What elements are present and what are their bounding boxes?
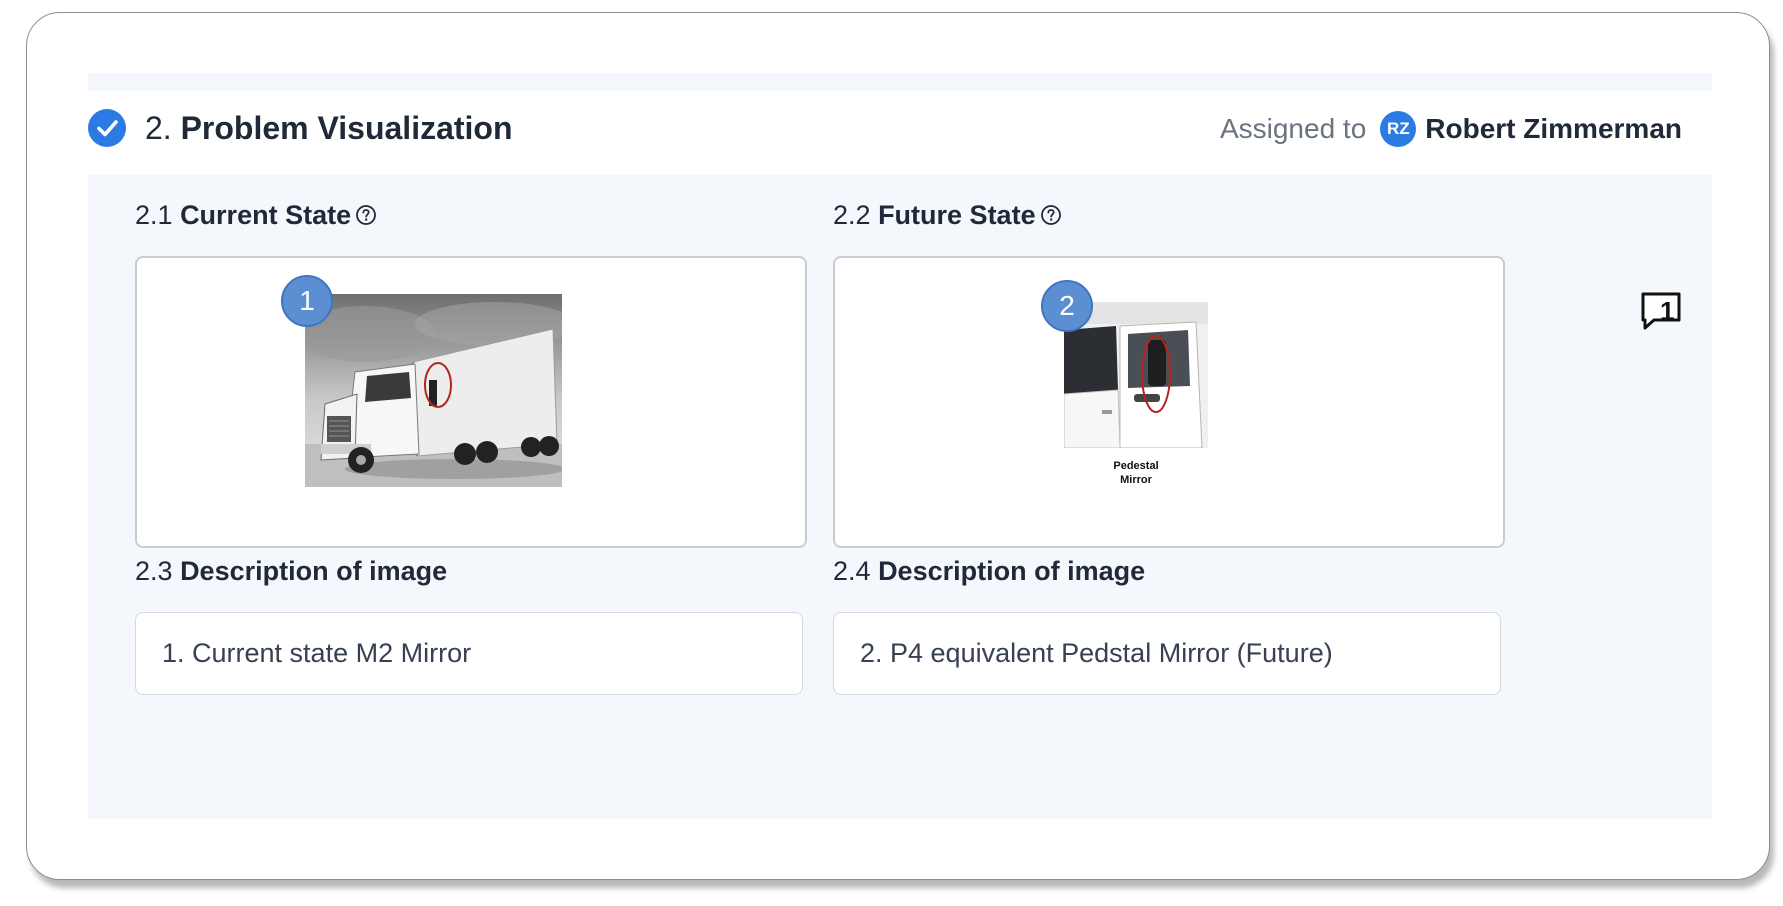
description-current-field[interactable]: 1. Current state M2 Mirror bbox=[135, 612, 803, 695]
current-state-title: Current State bbox=[180, 200, 352, 230]
section-number: 2. bbox=[145, 110, 172, 146]
caption-line-2: Mirror bbox=[1120, 474, 1152, 486]
image-marker-2[interactable]: 2 bbox=[1041, 280, 1093, 332]
future-state-image-box[interactable]: Pedestal Mirror 2 bbox=[833, 256, 1505, 548]
assigned-to[interactable]: Assigned to RZ Robert Zimmerman bbox=[1220, 109, 1682, 149]
current-state-label: 2.1 Current State bbox=[135, 199, 377, 231]
comment-count[interactable]: 1 bbox=[1660, 296, 1674, 327]
future-state-label: 2.2 Future State bbox=[833, 199, 1062, 231]
description-future-title: Description of image bbox=[878, 556, 1146, 586]
future-state-title: Future State bbox=[878, 200, 1036, 230]
assignee-name[interactable]: Robert Zimmerman bbox=[1425, 113, 1682, 145]
description-future-label: 2.4 Description of image bbox=[833, 555, 1145, 587]
description-future-number: 2.4 bbox=[833, 556, 871, 586]
current-state-image-box[interactable]: 1 bbox=[135, 256, 807, 548]
description-future-field[interactable]: 2. P4 equivalent Pedstal Mirror (Future) bbox=[833, 612, 1501, 695]
image-marker-1[interactable]: 1 bbox=[281, 275, 333, 327]
description-current-title: Description of image bbox=[180, 556, 448, 586]
future-image-caption: Pedestal Mirror bbox=[1105, 459, 1167, 487]
description-current-number: 2.3 bbox=[135, 556, 173, 586]
current-state-truck-image bbox=[305, 294, 562, 487]
avatar: RZ bbox=[1380, 111, 1417, 147]
assigned-label: Assigned to bbox=[1219, 113, 1367, 144]
caption-line-1: Pedestal bbox=[1113, 460, 1159, 472]
future-state-number: 2.2 bbox=[833, 200, 871, 230]
section-title: 2. Problem Visualization bbox=[145, 109, 513, 147]
check-circle-icon bbox=[88, 109, 126, 147]
description-current-label: 2.3 Description of image bbox=[135, 555, 447, 587]
section-top-strip bbox=[88, 73, 1712, 91]
help-icon[interactable] bbox=[355, 204, 377, 226]
help-icon[interactable] bbox=[1040, 204, 1062, 226]
current-state-number: 2.1 bbox=[135, 200, 173, 230]
section-title-text: Problem Visualization bbox=[180, 110, 513, 146]
section-header: 2. Problem Visualization Assigned to RZ … bbox=[88, 91, 1712, 175]
